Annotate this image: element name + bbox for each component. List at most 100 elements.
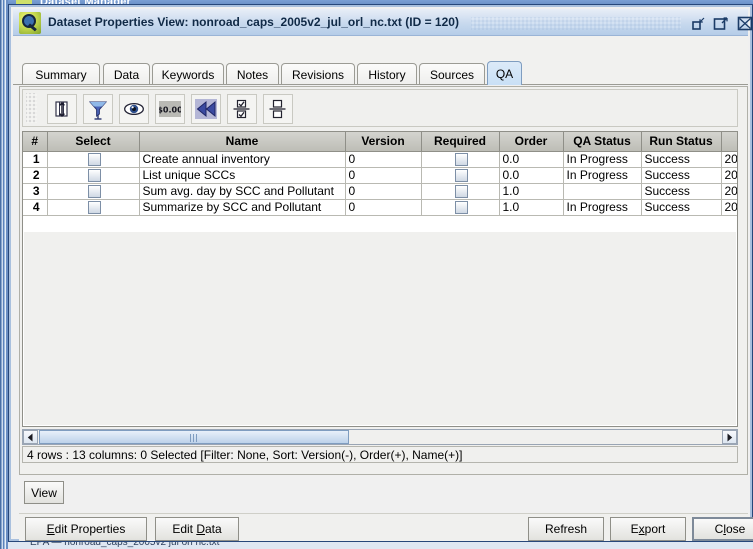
column-header-order[interactable]: Order — [499, 132, 564, 152]
tab-keywords[interactable]: Keywords — [152, 63, 224, 85]
filter-button[interactable] — [83, 94, 113, 124]
tab-data[interactable]: Data — [103, 63, 150, 85]
date-cell: 2013, — [721, 199, 737, 216]
select-checkbox-cell[interactable] — [47, 183, 140, 200]
select-checkbox-cell[interactable] — [47, 167, 140, 184]
scroll-right-button[interactable] — [722, 430, 737, 444]
tab-revisions[interactable]: Revisions — [281, 63, 355, 85]
export-button[interactable]: Export — [610, 517, 686, 541]
edit-data-button[interactable]: Edit Data — [155, 517, 239, 541]
version-cell: 0 — [345, 199, 422, 216]
view-details-button[interactable] — [119, 94, 149, 124]
column-header-name[interactable]: Name — [139, 132, 346, 152]
window-inner-border: Dataset Properties View: nonroad_caps_20… — [9, 5, 753, 541]
qa-table[interactable]: # Select Name Version Required Order QA Status… — [22, 131, 738, 427]
rewind-button[interactable] — [191, 94, 221, 124]
cost-button[interactable]: $0.00 — [155, 94, 185, 124]
tab-label: Keywords — [161, 67, 215, 82]
tab-summary[interactable]: Summary — [22, 63, 100, 85]
sort-column-icon — [51, 98, 73, 120]
column-header-version[interactable]: Version — [345, 132, 422, 152]
run-status-cell: Success — [641, 167, 722, 184]
qa-steps-table: # Select Name Version Required Order QA Status… — [23, 132, 737, 216]
required-checkbox-cell[interactable] — [421, 183, 500, 200]
run-status-cell: Success — [641, 199, 722, 216]
required-checkbox-cell[interactable] — [421, 151, 500, 168]
checkbox[interactable] — [455, 169, 468, 182]
row-number: 4 — [23, 199, 48, 216]
minimize-button[interactable] — [691, 16, 707, 31]
row-number: 3 — [23, 183, 48, 200]
select-all-button[interactable] — [227, 94, 257, 124]
order-cell: 1.0 — [499, 183, 564, 200]
split-box-icon — [267, 98, 289, 120]
tab-label: Summary — [35, 67, 87, 82]
column-header-run-status[interactable]: Run Status — [641, 132, 722, 152]
tab-label: Sources — [429, 67, 475, 82]
required-checkbox-cell[interactable] — [421, 167, 500, 184]
checkbox[interactable] — [88, 153, 101, 166]
titlebar-gap — [13, 36, 748, 60]
rewind-icon — [195, 98, 217, 120]
tab-notes[interactable]: Notes — [226, 63, 279, 85]
column-header--[interactable]: # — [23, 132, 48, 152]
table-row[interactable]: 4 Summarize by SCC and Pollutant 0 1.0 In Pr… — [23, 199, 737, 216]
name-cell: List unique SCCs — [139, 167, 346, 184]
sort-button[interactable] — [47, 94, 77, 124]
table-row[interactable]: 3 Sum avg. day by SCC and Pollutant 0 1.0 Su… — [23, 183, 737, 200]
required-checkbox-cell[interactable] — [421, 199, 500, 216]
table-row[interactable]: 2 List unique SCCs 0 0.0 In Progress Success 2… — [23, 167, 737, 184]
order-cell: 1.0 — [499, 199, 564, 216]
dialog-button-bar: Edit Properties Edit Data Refresh Export Clo… — [19, 513, 753, 541]
money-icon: $0.00 — [157, 98, 183, 120]
dataset-properties-window: Dataset Properties View: nonroad_caps_20… — [8, 4, 753, 542]
run-status-cell: Success — [641, 183, 722, 200]
checkbox-stack-icon — [231, 98, 253, 120]
table-row[interactable]: 1 Create annual inventory 0 0.0 In Progress S… — [23, 151, 737, 168]
tab-strip: Summary Data Keywords Notes Revisions History… — [13, 60, 748, 85]
tab-qa[interactable]: QA — [487, 61, 522, 85]
row-number: 2 — [23, 167, 48, 184]
clear-selection-button[interactable] — [263, 94, 293, 124]
checkbox[interactable] — [455, 185, 468, 198]
select-checkbox-cell[interactable] — [47, 151, 140, 168]
tab-label: Notes — [236, 67, 269, 82]
scrollbar-thumb[interactable] — [39, 430, 349, 444]
button-label: Edit Data — [172, 522, 222, 536]
version-cell: 0 — [345, 151, 422, 168]
qa-status-cell — [563, 183, 642, 200]
horizontal-scrollbar[interactable] — [22, 429, 738, 445]
qa-status-cell: In Progress — [563, 199, 642, 216]
refresh-button[interactable]: Refresh — [528, 517, 604, 541]
checkbox[interactable] — [455, 201, 468, 214]
tab-sources[interactable]: Sources — [419, 63, 485, 85]
column-header-select[interactable]: Select — [47, 132, 140, 152]
window-titlebar[interactable]: Dataset Properties View: nonroad_caps_20… — [13, 9, 753, 36]
view-button[interactable]: View — [24, 481, 64, 504]
qa-status-cell: In Progress — [563, 151, 642, 168]
column-header-qa-status[interactable]: QA Status — [563, 132, 642, 152]
tab-history[interactable]: History — [357, 63, 417, 85]
background-window-statusbar: EPA — nonroad_caps_2005v2 jul orl nc.txt — [0, 541, 753, 549]
close-icon[interactable] — [737, 16, 753, 31]
checkbox[interactable] — [88, 169, 101, 182]
close-dialog-button[interactable]: Close — [692, 517, 753, 541]
table-status-text: 4 rows : 13 columns: 0 Selected [Filter:… — [22, 446, 738, 463]
select-checkbox-cell[interactable] — [47, 199, 140, 216]
table-empty-area — [24, 232, 736, 425]
window-title: Dataset Properties View: nonroad_caps_20… — [48, 15, 459, 29]
checkbox[interactable] — [88, 201, 101, 214]
run-status-cell: Success — [641, 151, 722, 168]
column-header-required[interactable]: Required — [421, 132, 500, 152]
order-cell: 0.0 — [499, 151, 564, 168]
button-label: Edit Properties — [46, 522, 126, 536]
checkbox[interactable] — [455, 153, 468, 166]
maximize-button[interactable] — [713, 16, 729, 31]
desktop-left-border — [0, 0, 8, 549]
scroll-left-button[interactable] — [23, 430, 38, 444]
toolbar-drag-handle[interactable] — [26, 93, 37, 123]
column-header-extra[interactable] — [721, 132, 737, 152]
eye-icon — [123, 98, 145, 120]
edit-properties-button[interactable]: Edit Properties — [25, 517, 147, 541]
checkbox[interactable] — [88, 185, 101, 198]
